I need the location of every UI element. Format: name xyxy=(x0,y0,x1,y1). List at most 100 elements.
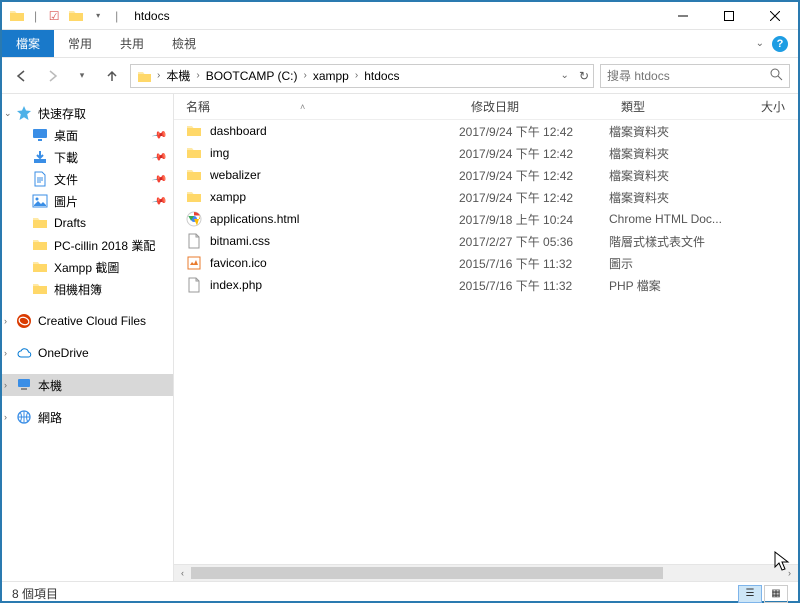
breadcrumb-item[interactable]: xampp xyxy=(311,69,351,83)
sidebar-onedrive[interactable]: › OneDrive xyxy=(2,342,173,364)
file-name: dashboard xyxy=(210,124,267,138)
file-name: img xyxy=(210,146,229,160)
back-button[interactable] xyxy=(10,64,34,88)
pc-icon xyxy=(16,377,32,393)
file-type: 圖示 xyxy=(609,255,749,272)
sidebar-item[interactable]: 桌面📌 xyxy=(2,124,173,146)
thumbnail-view-button[interactable]: ▦ xyxy=(764,585,788,603)
scroll-right-icon[interactable]: › xyxy=(781,565,798,581)
file-row[interactable]: favicon.ico 2015/7/16 下午 11:32圖示 xyxy=(174,252,798,274)
up-button[interactable] xyxy=(100,64,124,88)
sidebar-item[interactable]: PC-cillin 2018 業配 xyxy=(2,234,173,256)
horizontal-scrollbar[interactable]: ‹ › xyxy=(174,564,798,581)
breadcrumb-item[interactable]: 本機 xyxy=(164,67,192,84)
pin-icon: 📌 xyxy=(151,149,168,165)
details-view-button[interactable]: ☰ xyxy=(738,585,762,603)
css-icon xyxy=(186,233,202,249)
folder-icon xyxy=(32,281,48,297)
folder-icon xyxy=(32,215,48,231)
sidebar-network[interactable]: › 網路 xyxy=(2,406,173,428)
file-row[interactable]: index.php2015/7/16 下午 11:32PHP 檔案 xyxy=(174,274,798,296)
tab-view[interactable]: 檢視 xyxy=(158,30,210,57)
chevron-right-icon[interactable]: › xyxy=(4,380,7,390)
new-folder-icon[interactable] xyxy=(67,7,85,25)
column-header-date[interactable]: 修改日期 xyxy=(459,98,609,115)
sidebar-item[interactable]: 文件📌 xyxy=(2,168,173,190)
file-date: 2017/9/24 下午 12:42 xyxy=(459,189,609,206)
file-row[interactable]: bitnami.css2017/2/27 下午 05:36階層式樣式表文件 xyxy=(174,230,798,252)
chevron-right-icon[interactable]: › xyxy=(157,70,160,81)
pictures-icon xyxy=(32,193,48,209)
sidebar-item[interactable]: 相機相簿 xyxy=(2,278,173,300)
maximize-button[interactable] xyxy=(706,2,752,30)
search-icon[interactable] xyxy=(770,68,783,84)
file-row[interactable]: xampp2017/9/24 下午 12:42檔案資料夾 xyxy=(174,186,798,208)
sort-indicator-icon: ˄ xyxy=(300,102,305,112)
close-button[interactable] xyxy=(752,2,798,30)
file-date: 2017/9/24 下午 12:42 xyxy=(459,123,609,140)
breadcrumb-item[interactable]: htdocs xyxy=(362,69,401,83)
column-header-type[interactable]: 類型 xyxy=(609,98,749,115)
sidebar-item[interactable]: 下載📌 xyxy=(2,146,173,168)
ribbon-tabs: 檔案 常用 共用 檢視 ⌄ ? xyxy=(2,30,798,58)
help-icon[interactable]: ? xyxy=(772,36,788,52)
column-header-name[interactable]: 名稱˄ xyxy=(174,98,459,115)
chevron-right-icon[interactable]: › xyxy=(4,412,7,422)
tab-share[interactable]: 共用 xyxy=(106,30,158,57)
breadcrumb-item[interactable]: BOOTCAMP (C:) xyxy=(204,69,300,83)
file-type: 檔案資料夾 xyxy=(609,167,749,184)
forward-button[interactable] xyxy=(40,64,64,88)
file-list-pane: 名稱˄ 修改日期 類型 大小 dashboard 2017/9/24 下午 12:… xyxy=(174,94,798,581)
chevron-right-icon[interactable]: › xyxy=(4,348,7,358)
window-title: htdocs xyxy=(134,9,169,23)
file-name: xampp xyxy=(210,190,246,204)
file-row[interactable]: webalizer2017/9/24 下午 12:42檔案資料夾 xyxy=(174,164,798,186)
documents-icon xyxy=(32,171,48,187)
file-type: Chrome HTML Doc... xyxy=(609,212,749,226)
file-row[interactable]: dashboard 2017/9/24 下午 12:42檔案資料夾 xyxy=(174,120,798,142)
status-bar: 8 個項目 ☰ ▦ xyxy=(2,581,798,605)
file-date: 2017/9/18 上午 10:24 xyxy=(459,211,609,228)
minimize-button[interactable] xyxy=(660,2,706,30)
scrollbar-thumb[interactable] xyxy=(191,567,663,579)
sidebar-quick-access[interactable]: ⌄ 快速存取 xyxy=(2,102,173,124)
file-date: 2017/2/27 下午 05:36 xyxy=(459,233,609,250)
breadcrumb-root-icon[interactable] xyxy=(135,69,153,83)
file-row[interactable]: applications.html2017/9/18 上午 10:24Chrom… xyxy=(174,208,798,230)
tab-home[interactable]: 常用 xyxy=(54,30,106,57)
pin-icon: 📌 xyxy=(151,171,168,187)
chevron-right-icon[interactable]: › xyxy=(303,70,306,81)
address-bar[interactable]: › 本機 › BOOTCAMP (C:) › xampp › htdocs ⌄ … xyxy=(130,64,594,88)
properties-icon[interactable]: ☑ xyxy=(45,7,63,25)
tab-file[interactable]: 檔案 xyxy=(2,30,54,57)
file-name: bitnami.css xyxy=(210,234,270,248)
ribbon-expand-icon[interactable]: ⌄ xyxy=(756,38,764,49)
search-box[interactable] xyxy=(600,64,790,88)
file-date: 2015/7/16 下午 11:32 xyxy=(459,277,609,294)
status-item-count: 8 個項目 xyxy=(12,585,58,602)
file-row[interactable]: img2017/9/24 下午 12:42檔案資料夾 xyxy=(174,142,798,164)
refresh-icon[interactable]: ↻ xyxy=(579,69,589,83)
folder-icon xyxy=(186,145,202,161)
column-header-size[interactable]: 大小 xyxy=(749,98,798,115)
sidebar-item[interactable]: Drafts xyxy=(2,212,173,234)
search-input[interactable] xyxy=(607,69,770,83)
chevron-down-icon[interactable]: ⌄ xyxy=(4,108,12,119)
qat-dropdown-icon[interactable]: ▾ xyxy=(89,7,107,25)
address-dropdown-icon[interactable]: ⌄ xyxy=(561,70,569,81)
scroll-left-icon[interactable]: ‹ xyxy=(174,565,191,581)
recent-dropdown-icon[interactable]: ▾ xyxy=(70,64,94,88)
creative-cloud-icon xyxy=(16,313,32,329)
file-date: 2015/7/16 下午 11:32 xyxy=(459,255,609,272)
file-type: 檔案資料夾 xyxy=(609,123,749,140)
title-bar: | ☑ ▾ | htdocs xyxy=(2,2,798,30)
folder-icon xyxy=(186,189,202,205)
chevron-right-icon[interactable]: › xyxy=(4,316,7,326)
sidebar-item[interactable]: Xampp 截圖 xyxy=(2,256,173,278)
chevron-right-icon[interactable]: › xyxy=(196,70,199,81)
sidebar-item[interactable]: 圖片📌 xyxy=(2,190,173,212)
sidebar-creative-cloud[interactable]: › Creative Cloud Files xyxy=(2,310,173,332)
sidebar-this-pc[interactable]: › 本機 xyxy=(2,374,173,396)
chevron-right-icon[interactable]: › xyxy=(355,70,358,81)
file-name: favicon.ico xyxy=(210,256,267,270)
